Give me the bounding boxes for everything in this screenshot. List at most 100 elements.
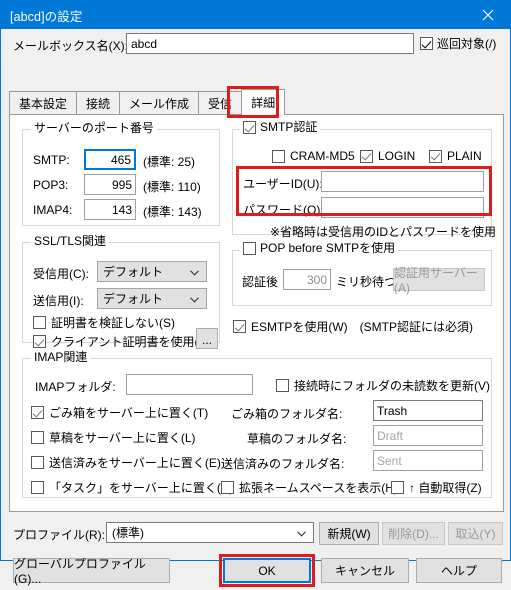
auth-method-plain[interactable]: PLAIN [429,149,482,163]
esmtp-label: ESMTPを使用(W) (SMTP認証には必須) [251,320,473,334]
tab-connection[interactable]: 接続 [76,91,121,115]
smtp-password-input[interactable] [321,197,484,218]
title-bar: [abcd]の設定 [1,1,510,29]
draft-folder-name-input[interactable] [373,425,483,446]
pop3-port-input[interactable] [84,174,136,195]
task-on-server-checkbox[interactable]: 「タスク」をサーバー上に置く(K) [31,479,233,496]
settings-dialog: [abcd]の設定 メールボックス名(X): 巡回対象(/) 基本設定 接続 メ… [0,0,511,587]
wait-unit-label: ミリ秒待つ [336,275,397,289]
no-cert-verify-label: 証明書を検証しない(S) [51,316,175,330]
imap4-port-label: IMAP4: [33,203,73,217]
smtp-auth-legend-label: SMTP認証 [260,120,318,134]
sent-on-server-label: 送信済みをサーバー上に置く(E) [49,456,221,470]
checkbox-glyph [420,37,433,50]
chevron-down-icon [190,292,199,306]
tab-receive[interactable]: 受信 [198,91,243,115]
tab-label: 受信 [208,97,233,111]
checkbox-glyph [276,379,289,392]
pop-before-smtp-legend-label: POP before SMTPを使用 [260,241,396,255]
task-on-server-label: 「タスク」をサーバー上に置く(K) [49,481,233,495]
smtp-user-id-input[interactable] [321,171,484,192]
profile-import-label: 取込(Y) [455,527,496,541]
trash-on-server-checkbox[interactable]: ごみ箱をサーバー上に置く(T) [31,404,208,421]
auth-method-login[interactable]: LOGIN [360,149,415,163]
pop-before-smtp-legend[interactable]: POP before SMTPを使用 [240,241,399,255]
profile-import-button[interactable]: 取込(Y) [448,522,503,545]
profile-delete-button[interactable]: 削除(D)... [382,522,445,545]
esmtp-checkbox[interactable]: ESMTPを使用(W) (SMTP認証には必須) [233,318,473,335]
cancel-button-label: キャンセル [334,564,395,578]
imap4-port-note: (標準: 143) [143,205,202,219]
tab-label: 接続 [86,97,111,111]
checkbox-glyph [31,481,44,494]
auth-server-button[interactable]: 認証用サーバー(A) [393,266,485,295]
mailbox-name-row: メールボックス名(X): 巡回対象(/) [1,29,511,61]
profile-select[interactable]: (標準) [106,522,314,543]
checkbox-glyph [31,431,44,444]
update-unread-label: 接続時にフォルダの未読数を更新(V) [294,379,490,393]
draft-on-server-checkbox[interactable]: 草稿をサーバー上に置く(L) [31,429,196,446]
auth-server-button-label: 認証用サーバー(A) [394,266,478,295]
trash-folder-name-label: ごみ箱のフォルダ名: [231,407,343,421]
ok-button-label: OK [258,563,276,578]
profile-label: プロファイル(R): [13,528,105,542]
global-profile-button[interactable]: グローバルプロファイル(G)... [13,557,170,586]
ok-button[interactable]: OK [223,558,311,583]
auth-method-label: PLAIN [447,149,482,163]
after-auth-label: 認証後 [242,275,279,289]
imap-group: IMAP関連 IMAPフォルダ: 接続時にフォルダの未読数を更新(V) ごみ箱を… [22,351,492,498]
close-icon[interactable] [465,1,510,29]
ssl-send-select[interactable]: デフォルト [97,288,207,309]
client-cert-browse-label: ... [201,333,212,347]
tab-label: メール作成 [129,97,190,111]
tab-details[interactable]: 詳細 [241,89,286,115]
auto-get-label: ↑ 自動取得(Z) [409,481,482,495]
ssl-send-label: 送信用(I): [33,294,84,308]
checkbox-glyph [391,481,404,494]
patrol-target-checkbox[interactable]: 巡回対象(/) [420,35,496,52]
auth-method-cram-md5[interactable]: CRAM-MD5 [272,149,355,163]
no-cert-verify-checkbox[interactable]: 証明書を検証しない(S) [33,314,175,331]
cancel-button[interactable]: キャンセル [321,558,409,583]
client-cert-browse-button[interactable]: ... [196,328,218,349]
mailbox-name-label: メールボックス名(X): [13,39,128,53]
mailbox-name-input[interactable] [126,33,414,54]
help-button-label: ヘルプ [440,564,477,578]
sent-folder-name-label: 送信済みのフォルダ名: [221,457,345,471]
imap4-port-input[interactable] [84,199,136,220]
update-unread-checkbox[interactable]: 接続時にフォルダの未読数を更新(V) [276,377,490,394]
sent-on-server-checkbox[interactable]: 送信済みをサーバー上に置く(E) [31,454,221,471]
window-title: [abcd]の設定 [10,9,83,24]
profile-new-button[interactable]: 新規(W) [319,522,379,545]
help-button[interactable]: ヘルプ [416,558,502,583]
ssl-receive-value: デフォルト [103,265,164,279]
show-namespace-checkbox[interactable]: 拡張ネームスペースを表示(H) [221,479,398,496]
smtp-auth-legend[interactable]: SMTP認証 [240,120,321,134]
trash-on-server-label: ごみ箱をサーバー上に置く(T) [49,406,209,420]
trash-folder-name-input[interactable] [373,400,483,421]
pop3-port-label: POP3: [33,178,69,192]
global-profile-label: グローバルプロファイル(G)... [14,557,146,586]
tab-basic-settings[interactable]: 基本設定 [9,91,78,115]
smtp-auth-group: SMTP認証 CRAM-MD5 LOGIN PLAIN ユーザーID(U): パ… [232,121,496,239]
tab-label: 詳細 [251,96,276,110]
checkbox-glyph [243,242,256,255]
checkbox-glyph [33,335,46,348]
server-port-legend: サーバーのポート番号 [31,122,157,135]
ssl-receive-select[interactable]: デフォルト [97,261,207,282]
tab-strip: 基本設定 接続 メール作成 受信 詳細 [9,89,286,115]
profile-new-label: 新規(W) [327,527,371,541]
ssl-tls-group: SSL/TLS関連 受信用(C): デフォルト 送信用(I): デフォルト 証明… [22,235,220,349]
auto-get-checkbox[interactable]: ↑ 自動取得(Z) [391,479,482,496]
auth-wait-input[interactable] [283,269,331,290]
client-cert-checkbox[interactable]: クライアント証明書を使用(F) [33,333,210,350]
tab-mail-compose[interactable]: メール作成 [119,91,200,115]
smtp-port-input[interactable] [84,149,136,170]
imap-folder-label: IMAPフォルダ: [35,380,116,394]
profile-value: (標準) [112,526,144,540]
imap-folder-input[interactable] [126,374,253,395]
ssl-send-value: デフォルト [103,292,164,306]
profile-delete-label: 削除(D)... [388,527,439,541]
sent-folder-name-input[interactable] [373,450,483,471]
draft-on-server-label: 草稿をサーバー上に置く(L) [49,431,196,445]
